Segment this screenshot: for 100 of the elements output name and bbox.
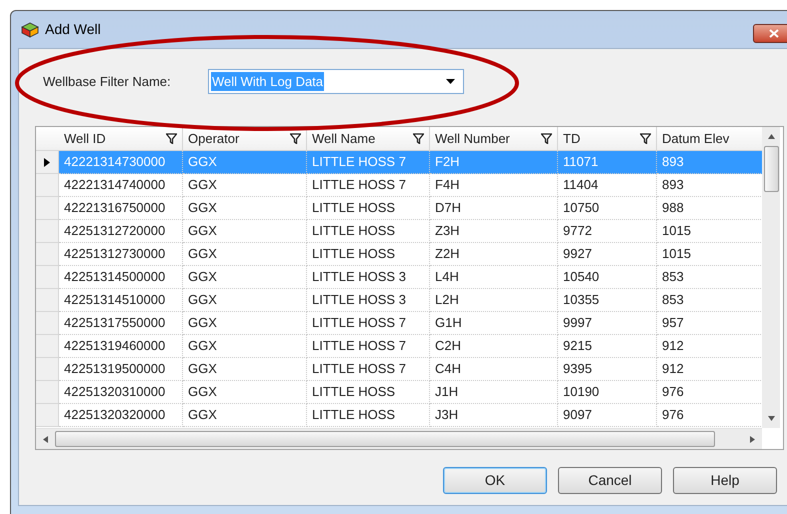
table-cell: GGX [183, 404, 307, 427]
table-cell: 9215 [558, 335, 657, 358]
table-cell: 9097 [558, 404, 657, 427]
scroll-up-icon[interactable] [768, 134, 774, 139]
table-cell: 10540 [558, 266, 657, 289]
table-row[interactable]: 42251312730000 GGX LITTLE HOSS Z2H 9927 1015 [36, 243, 762, 266]
table-cell: 42221314730000 [59, 151, 183, 174]
table-cell: LITTLE HOSS 7 [307, 358, 430, 381]
table-row[interactable]: 42251314510000 GGX LITTLE HOSS 3 L2H 10355 853 [36, 289, 762, 312]
table-cell: LITTLE HOSS [307, 243, 430, 266]
vertical-scrollbar[interactable] [762, 127, 780, 428]
table-cell: LITTLE HOSS 3 [307, 266, 430, 289]
table-cell: LITTLE HOSS [307, 404, 430, 427]
table-row[interactable]: 42251319500000 GGX LITTLE HOSS 7 C4H 9395 912 [36, 358, 762, 381]
table-cell: 42251320320000 [59, 404, 183, 427]
filter-value: Well With Log Data [211, 72, 324, 92]
table-cell: F4H [430, 174, 558, 197]
row-header[interactable] [36, 151, 59, 174]
column-header[interactable]: Well Name [307, 127, 430, 150]
table-cell: Z3H [430, 220, 558, 243]
dialog-button[interactable]: Cancel [558, 467, 662, 494]
table-cell: LITTLE HOSS [307, 220, 430, 243]
filter-icon[interactable] [413, 133, 424, 144]
table-cell: LITTLE HOSS [307, 381, 430, 404]
table-cell: LITTLE HOSS 7 [307, 335, 430, 358]
dialog-button[interactable]: Help [673, 467, 777, 494]
table-row[interactable]: 42251319460000 GGX LITTLE HOSS 7 C2H 9215 912 [36, 335, 762, 358]
filter-icon[interactable] [290, 133, 301, 144]
table-cell: 9997 [558, 312, 657, 335]
table-cell: GGX [183, 151, 307, 174]
table-cell: GGX [183, 197, 307, 220]
table-cell: LITTLE HOSS [307, 197, 430, 220]
table-cell: 11071 [558, 151, 657, 174]
table-row[interactable]: 42251320320000 GGX LITTLE HOSS J3H 9097 976 [36, 404, 762, 427]
table-cell: 893 [657, 151, 762, 174]
table-cell: GGX [183, 174, 307, 197]
table-row[interactable]: 42251320310000 GGX LITTLE HOSS J1H 10190 976 [36, 381, 762, 404]
table-cell: LITTLE HOSS 7 [307, 174, 430, 197]
table-cell: GGX [183, 312, 307, 335]
column-header[interactable]: Operator [183, 127, 307, 150]
table-cell: 42251312730000 [59, 243, 183, 266]
table-cell: L2H [430, 289, 558, 312]
table-cell: F2H [430, 151, 558, 174]
table-cell: 42251319500000 [59, 358, 183, 381]
table-cell: 9395 [558, 358, 657, 381]
table-cell: GGX [183, 243, 307, 266]
table-cell: D7H [430, 197, 558, 220]
filter-icon[interactable] [166, 133, 177, 144]
table-row[interactable]: 42221316750000 GGX LITTLE HOSS D7H 10750 988 [36, 197, 762, 220]
scroll-down-icon[interactable] [768, 416, 774, 421]
table-cell: 10750 [558, 197, 657, 220]
table-cell: J1H [430, 381, 558, 404]
caret-icon [446, 79, 455, 84]
window-title: Add Well [45, 20, 101, 39]
table-cell: 9772 [558, 220, 657, 243]
column-header[interactable]: TD [558, 127, 657, 150]
scrollbar-thumb[interactable] [55, 431, 715, 447]
filter-icon[interactable] [640, 133, 651, 144]
table-cell: LITTLE HOSS 3 [307, 289, 430, 312]
column-header[interactable]: Well ID [59, 127, 183, 150]
scroll-left-icon[interactable] [43, 436, 48, 442]
table-cell: LITTLE HOSS 7 [307, 151, 430, 174]
table-row[interactable]: 42251312720000 GGX LITTLE HOSS Z3H 9772 1015 [36, 220, 762, 243]
app-icon [21, 22, 39, 38]
table-cell: 11404 [558, 174, 657, 197]
table-cell: C4H [430, 358, 558, 381]
scroll-right-icon[interactable] [750, 436, 755, 442]
table-cell: GGX [183, 358, 307, 381]
table-row[interactable]: 42221314740000 GGX LITTLE HOSS 7 F4H 11404 893 [36, 174, 762, 197]
table-cell: 42251314500000 [59, 266, 183, 289]
table-cell: 42251317550000 [59, 312, 183, 335]
table-cell: 42251319460000 [59, 335, 183, 358]
table-cell: 42251320310000 [59, 381, 183, 404]
scrollbar-thumb[interactable] [764, 146, 778, 192]
table-cell: GGX [183, 335, 307, 358]
table-cell: 10355 [558, 289, 657, 312]
table-cell: C2H [430, 335, 558, 358]
table-cell: GGX [183, 220, 307, 243]
horizontal-scrollbar[interactable] [36, 428, 762, 449]
filter-label: Wellbase Filter Name: [43, 72, 172, 91]
table-cell: 42251312720000 [59, 220, 183, 243]
table-cell: G1H [430, 312, 558, 335]
column-header[interactable]: Well Number [430, 127, 558, 150]
close-icon [769, 29, 779, 38]
table-cell: GGX [183, 381, 307, 404]
table-cell: GGX [183, 289, 307, 312]
table-cell: J3H [430, 404, 558, 427]
filter-icon[interactable] [541, 133, 552, 144]
table-cell: 42221316750000 [59, 197, 183, 220]
table-row[interactable]: 42251314500000 GGX LITTLE HOSS 3 L4H 10540 853 [36, 266, 762, 289]
table-cell: 42251314510000 [59, 289, 183, 312]
close-button[interactable] [753, 24, 787, 43]
table-cell: Z2H [430, 243, 558, 266]
table-cell: LITTLE HOSS 7 [307, 312, 430, 335]
table-cell: 9927 [558, 243, 657, 266]
table-row[interactable]: 42251317550000 GGX LITTLE HOSS 7 G1H 9997 957 [36, 312, 762, 335]
current-row-icon [44, 158, 50, 166]
table-cell: 10190 [558, 381, 657, 404]
table-cell: L4H [430, 266, 558, 289]
dialog-button[interactable]: OK [443, 467, 547, 494]
